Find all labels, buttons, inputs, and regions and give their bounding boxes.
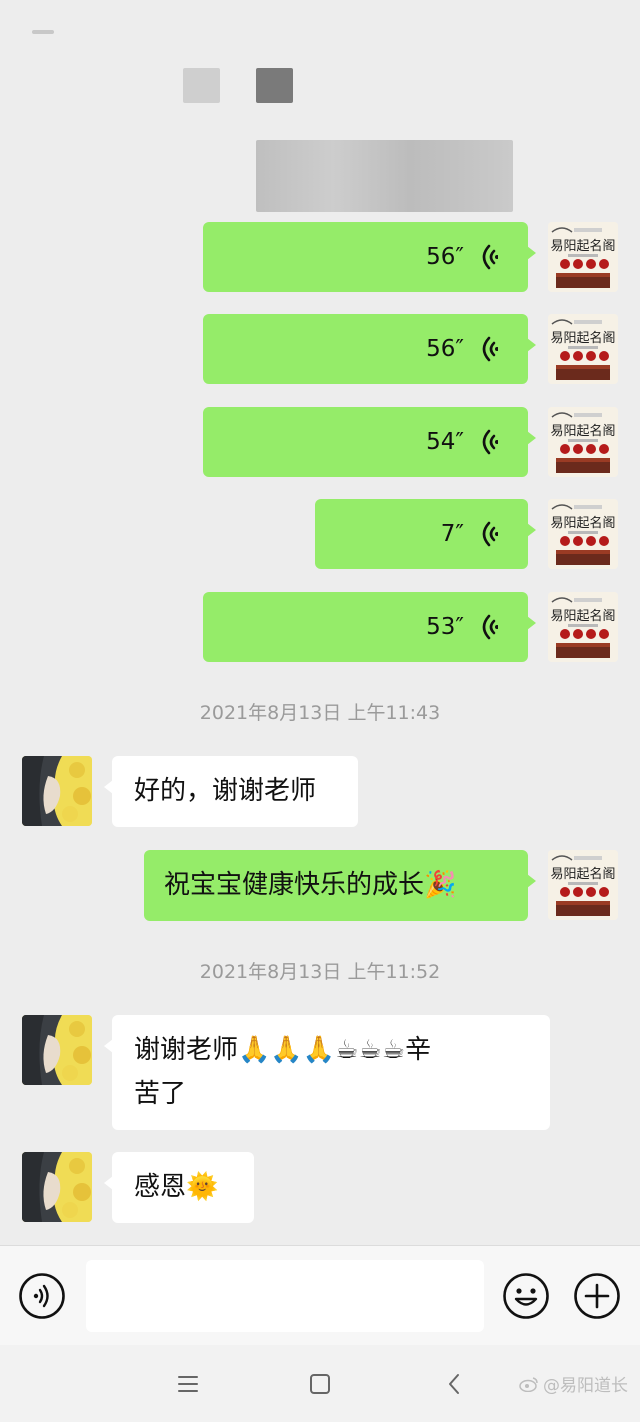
blurred-name-block xyxy=(256,68,293,103)
brand-avatar-image: 易阳起名阁 xyxy=(548,499,618,569)
voice-duration: 7″ xyxy=(440,521,464,547)
contact-avatar-image xyxy=(22,1015,92,1085)
watermark: @易阳道长 xyxy=(519,1371,628,1396)
timestamp: 2021年8月13日 上午11:43 xyxy=(199,702,441,724)
my-avatar[interactable]: 易阳起名阁 xyxy=(548,222,618,292)
contact-avatar-image xyxy=(22,1152,92,1222)
my-avatar[interactable]: 易阳起名阁 xyxy=(548,314,618,384)
watermark-text: @易阳道长 xyxy=(543,1376,628,1396)
svg-text:易阳起名阁: 易阳起名阁 xyxy=(550,330,615,346)
chat-input-bar xyxy=(0,1245,640,1345)
contact-avatar[interactable] xyxy=(22,1152,92,1222)
system-nav-bar: @易阳道长 xyxy=(0,1345,640,1422)
my-avatar[interactable]: 易阳起名阁 xyxy=(548,407,618,477)
pray-coffee-emoji-icon: 🙏🙏🙏☕☕☕ xyxy=(238,1035,406,1065)
voice-message-bubble[interactable]: 54″ xyxy=(203,407,536,477)
chat-area[interactable]: 56″ 易阳起名阁 56″ 易阳起名阁 54″ 易阳起名阁 7″ 易阳起名阁 5… xyxy=(0,0,640,1245)
voice-duration: 53″ xyxy=(426,614,464,640)
voice-wave-icon xyxy=(482,521,498,547)
voice-message-bubble[interactable]: 53″ xyxy=(203,592,536,662)
message-text: 祝宝宝健康快乐的成长 xyxy=(164,870,425,900)
back-icon[interactable] xyxy=(446,1373,462,1395)
message-text: 好的，谢谢老师 xyxy=(134,776,317,806)
contact-avatar[interactable] xyxy=(22,756,92,826)
home-icon[interactable] xyxy=(309,1373,331,1395)
message-input[interactable] xyxy=(86,1260,484,1332)
voice-wave-icon xyxy=(482,336,498,362)
blurred-message-block xyxy=(256,140,513,212)
svg-text:易阳起名阁: 易阳起名阁 xyxy=(550,515,615,531)
contact-avatar-image xyxy=(22,756,92,826)
voice-wave-icon xyxy=(482,614,498,640)
blurred-name-block xyxy=(32,30,54,34)
message-text: 感恩 xyxy=(134,1172,187,1202)
plus-icon[interactable] xyxy=(573,1272,621,1320)
voice-duration: 56″ xyxy=(426,244,464,270)
received-message-bubble[interactable]: 谢谢老师🙏🙏🙏☕☕☕辛 苦了 xyxy=(104,1015,550,1130)
party-popper-icon: 🎉 xyxy=(424,870,457,900)
brand-avatar-image: 易阳起名阁 xyxy=(548,222,618,292)
received-message-bubble[interactable]: 好的，谢谢老师 xyxy=(104,756,358,827)
message-text: 辛 xyxy=(405,1035,432,1065)
voice-wave-icon xyxy=(482,429,498,455)
voice-mode-icon[interactable] xyxy=(18,1272,66,1320)
sent-message-bubble[interactable]: 祝宝宝健康快乐的成长🎉 xyxy=(144,850,536,921)
svg-text:易阳起名阁: 易阳起名阁 xyxy=(550,423,615,439)
voice-message-bubble[interactable]: 7″ xyxy=(315,499,536,569)
menu-icon[interactable] xyxy=(177,1375,199,1393)
brand-avatar-image: 易阳起名阁 xyxy=(548,314,618,384)
timestamp: 2021年8月13日 上午11:52 xyxy=(199,961,441,983)
my-avatar[interactable]: 易阳起名阁 xyxy=(548,499,618,569)
brand-avatar-image: 易阳起名阁 xyxy=(548,407,618,477)
svg-text:易阳起名阁: 易阳起名阁 xyxy=(550,866,615,882)
blurred-name-block xyxy=(183,68,220,103)
weibo-icon xyxy=(519,1376,538,1392)
my-avatar[interactable]: 易阳起名阁 xyxy=(548,592,618,662)
contact-avatar[interactable] xyxy=(22,1015,92,1085)
brand-avatar-image: 易阳起名阁 xyxy=(548,850,618,920)
voice-duration: 54″ xyxy=(426,429,464,455)
message-text: 谢谢老师 xyxy=(134,1035,239,1065)
received-message-bubble[interactable]: 感恩🌞 xyxy=(104,1152,254,1223)
voice-duration: 56″ xyxy=(426,336,464,362)
voice-message-bubble[interactable]: 56″ xyxy=(203,222,536,292)
voice-wave-icon xyxy=(482,244,498,270)
my-avatar[interactable]: 易阳起名阁 xyxy=(548,850,618,920)
voice-message-bubble[interactable]: 56″ xyxy=(203,314,536,384)
svg-text:易阳起名阁: 易阳起名阁 xyxy=(550,238,615,254)
svg-text:易阳起名阁: 易阳起名阁 xyxy=(550,608,615,624)
brand-avatar-image: 易阳起名阁 xyxy=(548,592,618,662)
message-text: 苦了 xyxy=(134,1079,187,1109)
sun-emoji-icon: 🌞 xyxy=(186,1172,219,1202)
emoji-icon[interactable] xyxy=(502,1272,550,1320)
